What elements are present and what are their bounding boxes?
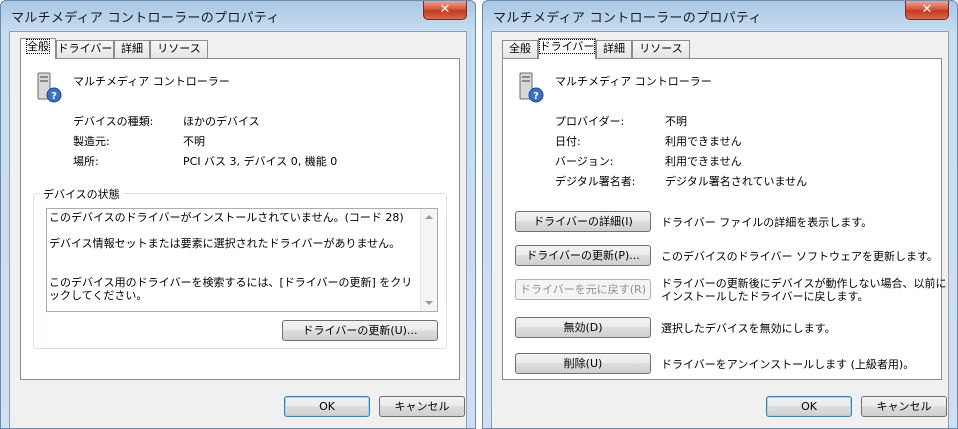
tab-label: ドライバー	[57, 42, 113, 55]
property-label: デジタル署名者:	[555, 175, 636, 188]
ok-button[interactable]: OK	[284, 396, 370, 417]
title-bar[interactable]: マルチメディア コントローラーのプロパティ ✕	[483, 1, 957, 31]
tab-resources[interactable]: リソース	[150, 40, 208, 58]
tab-label: ドライバー	[538, 39, 596, 54]
property-value: 不明	[665, 115, 687, 128]
property-label: 製造元:	[73, 135, 110, 148]
scroll-down-icon[interactable]	[425, 301, 433, 305]
tab-label: 詳細	[121, 42, 143, 55]
device-status-textbox[interactable]: このデバイスのドライバーがインストールされていません。(コード 28) デバイス…	[46, 208, 438, 312]
svg-text:?: ?	[533, 91, 539, 102]
uninstall-description: ドライバーをアンインストールします (上級者用)。	[661, 358, 915, 371]
uninstall-button[interactable]: 削除(U)	[515, 353, 651, 374]
disable-device-button[interactable]: 無効(D)	[515, 317, 651, 338]
tab-driver[interactable]: ドライバー	[56, 40, 114, 58]
ok-button[interactable]: OK	[766, 396, 852, 417]
tab-label: 全般	[26, 39, 50, 54]
property-value: 不明	[183, 135, 205, 148]
unknown-device-icon: ?	[519, 72, 544, 103]
property-value: デジタル署名されていません	[665, 175, 808, 188]
tab-label: リソース	[157, 42, 201, 55]
device-name: マルチメディア コントローラー	[555, 75, 712, 88]
roll-back-driver-description: ドライバーの更新後にデバイスが動作しない場合、以前に インストールしたドライバー…	[661, 277, 947, 303]
device-name: マルチメディア コントローラー	[73, 75, 230, 88]
property-value: ほかのデバイス	[183, 115, 260, 128]
cancel-button[interactable]: キャンセル	[379, 396, 465, 417]
tab-details[interactable]: 詳細	[596, 40, 632, 58]
tab-label: リソース	[639, 42, 683, 55]
close-button[interactable]: ✕	[905, 1, 949, 20]
property-label: 日付:	[555, 135, 581, 148]
property-value: 利用できません	[665, 155, 742, 168]
property-value: PCI バス 3, デバイス 0, 機能 0	[183, 155, 338, 168]
dialog-body: 全般 ドライバー 詳細 リソース ? マルチメディア コントローラー プロバイダ…	[491, 31, 949, 428]
device-status-text: このデバイスのドライバーがインストールされていません。(コード 28) デバイス…	[49, 211, 413, 302]
device-status-group: デバイスの状態 このデバイスのドライバーがインストールされていません。(コード …	[33, 186, 447, 349]
update-driver-button[interactable]: ドライバーの更新(P)...	[515, 245, 651, 266]
property-label: プロバイダー:	[555, 115, 625, 128]
svg-text:?: ?	[51, 91, 57, 102]
tab-driver[interactable]: ドライバー	[538, 38, 596, 59]
driver-details-button[interactable]: ドライバーの詳細(I)	[515, 211, 651, 232]
unknown-device-icon: ?	[37, 72, 62, 103]
title-bar[interactable]: マルチメディア コントローラーのプロパティ ✕	[1, 1, 475, 31]
property-label: 場所:	[73, 155, 99, 168]
tab-resources[interactable]: リソース	[632, 40, 690, 58]
property-value: 利用できません	[665, 135, 742, 148]
tab-general[interactable]: 全般	[502, 40, 538, 58]
disable-device-description: 選択したデバイスを無効にします。	[661, 322, 836, 335]
vertical-scrollbar[interactable]	[420, 209, 437, 311]
dialog-body: 全般 ドライバー 詳細 リソース ? マルチメディア コントローラー デバイスの…	[9, 31, 467, 428]
device-status-label: デバイスの状態	[40, 186, 123, 202]
update-driver-button[interactable]: ドライバーの更新(U)...	[282, 320, 438, 341]
scroll-up-icon[interactable]	[425, 215, 433, 219]
window-title: マルチメディア コントローラーのプロパティ	[11, 11, 280, 26]
cancel-button[interactable]: キャンセル	[861, 396, 947, 417]
roll-back-driver-button[interactable]: ドライバーを元に戻す(R)	[515, 279, 651, 300]
properties-window-driver: マルチメディア コントローラーのプロパティ ✕ 全般 ドライバー 詳細 リソース…	[482, 0, 958, 429]
tab-label: 詳細	[603, 42, 625, 55]
property-label: バージョン:	[555, 155, 614, 168]
general-tab-panel: ? マルチメディア コントローラー デバイスの種類: ほかのデバイス 製造元: …	[20, 58, 460, 380]
tab-label: 全般	[509, 42, 531, 55]
update-driver-description: このデバイスのドライバー ソフトウェアを更新します。	[661, 250, 938, 263]
tab-details[interactable]: 詳細	[114, 40, 150, 58]
tab-general[interactable]: 全般	[20, 38, 56, 59]
window-title: マルチメディア コントローラーのプロパティ	[493, 11, 762, 26]
driver-details-description: ドライバー ファイルの詳細を表示します。	[661, 216, 873, 229]
close-button[interactable]: ✕	[423, 1, 467, 20]
driver-tab-panel: ? マルチメディア コントローラー プロバイダー: 不明 日付: 利用できません…	[502, 58, 946, 380]
properties-window-general: マルチメディア コントローラーのプロパティ ✕ 全般 ドライバー 詳細 リソース…	[0, 0, 476, 429]
property-label: デバイスの種類:	[73, 115, 154, 128]
